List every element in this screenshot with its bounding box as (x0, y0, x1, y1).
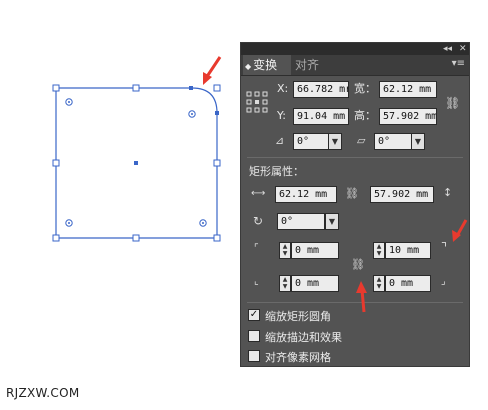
transform-panel: ◂◂ ✕ ◆ 变换 对齐 ▾≡ X: 66.782 mr 宽： 62.12 mm … (240, 42, 470, 367)
width-field[interactable]: 62.12 mm (379, 81, 437, 98)
panel-menu-icon[interactable]: ▾≡ (452, 58, 465, 69)
rect-height-field[interactable]: 57.902 mm (370, 186, 434, 203)
rect-rotation-field[interactable]: 0° (277, 213, 325, 230)
rect-width-field[interactable]: 62.12 mm (275, 186, 337, 203)
handle-top-center (132, 84, 140, 92)
align-pixel-grid-label: 对齐像素网格 (265, 351, 331, 364)
corner-bottom-right-icon: ⌟ (441, 276, 446, 287)
handle-bottom-right (213, 234, 221, 242)
corner-top-right-stepper[interactable]: ▲ ▼ (373, 242, 385, 259)
selection-artwork[interactable] (0, 0, 235, 406)
handle-middle-left (52, 159, 60, 167)
rect-rotation-icon: ↻ (253, 214, 264, 228)
rotate-field[interactable]: 0° (293, 133, 329, 150)
panel-tabbar: ◆ 变换 对齐 ▾≡ (241, 55, 469, 76)
red-arrow-icon (203, 56, 222, 85)
x-field[interactable]: 66.782 mr (293, 81, 349, 98)
scale-strokes-checkbox[interactable] (248, 330, 260, 342)
section-divider (247, 157, 463, 158)
y-field[interactable]: 91.04 mm (293, 108, 349, 125)
handle-top-left (52, 84, 60, 92)
corner-bottom-right-field[interactable]: 0 mm (385, 275, 431, 292)
corner-top-right-field[interactable]: 10 mm (385, 242, 431, 259)
rect-height-icon: ↕ (443, 186, 453, 199)
rectangle-properties-heading: 矩形属性： (249, 165, 304, 178)
scale-corners-checkbox[interactable]: ✓ (248, 309, 260, 321)
rect-width-icon: ⟷ (251, 188, 266, 199)
corner-bottom-left-icon: ⌞ (254, 276, 259, 287)
options-divider (247, 302, 463, 303)
scale-strokes-label: 缩放描边和效果 (265, 331, 342, 344)
corner-bottom-left-stepper[interactable]: ▲ ▼ (279, 275, 291, 292)
panel-titlebar[interactable]: ◂◂ ✕ (241, 43, 469, 55)
close-icon[interactable]: ✕ (459, 43, 467, 55)
corner-top-left-stepper[interactable]: ▲ ▼ (279, 242, 291, 259)
align-pixel-grid-checkbox[interactable] (248, 350, 260, 362)
tab-transform[interactable]: ◆ 变换 (243, 55, 291, 75)
constrain-proportions-icon[interactable]: ⛓ (445, 96, 460, 110)
x-label: X: (277, 82, 289, 95)
corner-bottom-left-field[interactable]: 0 mm (291, 275, 339, 292)
rotate-angle-icon: ⊿ (275, 134, 285, 147)
handle-bottom-center (132, 234, 140, 242)
y-label: Y: (277, 109, 286, 122)
rotate-dropdown-button[interactable]: ▼ (328, 133, 342, 150)
link-corners-icon[interactable]: ⛓ (351, 258, 365, 272)
rect-rotation-dropdown[interactable]: ▼ (325, 213, 339, 230)
handle-top-right (213, 84, 221, 92)
corner-top-left-icon: ⌜ (254, 243, 259, 254)
height-label: 高： (354, 109, 376, 122)
handle-middle-right (213, 159, 221, 167)
artboard-canvas[interactable] (0, 0, 235, 406)
tab-align[interactable]: 对齐 (295, 55, 319, 75)
scale-corners-label: 缩放矩形圆角 (265, 310, 331, 323)
center-point (134, 161, 138, 165)
anchor-point-curve-end (215, 111, 219, 115)
shear-field[interactable]: 0° (374, 133, 412, 150)
anchor-point-curve-start (189, 86, 193, 90)
double-chevron-icon[interactable]: ◂◂ (443, 43, 452, 55)
reference-point-grid[interactable] (246, 91, 268, 113)
corner-bottom-right-stepper[interactable]: ▲ ▼ (373, 275, 385, 292)
height-field[interactable]: 57.902 mm (379, 108, 437, 125)
watermark-text: RJZXW.COM (6, 386, 80, 400)
tab-chevron-icon: ◆ (245, 62, 252, 71)
width-label: 宽： (354, 82, 376, 95)
rect-constrain-icon[interactable]: ⛓ (345, 187, 359, 201)
shear-dropdown-button[interactable]: ▼ (411, 133, 425, 150)
handle-bottom-left (52, 234, 60, 242)
shear-icon: ▱ (357, 134, 366, 147)
corner-top-right-icon[interactable]: ⌝ (441, 242, 447, 256)
corner-top-left-field[interactable]: 0 mm (291, 242, 339, 259)
